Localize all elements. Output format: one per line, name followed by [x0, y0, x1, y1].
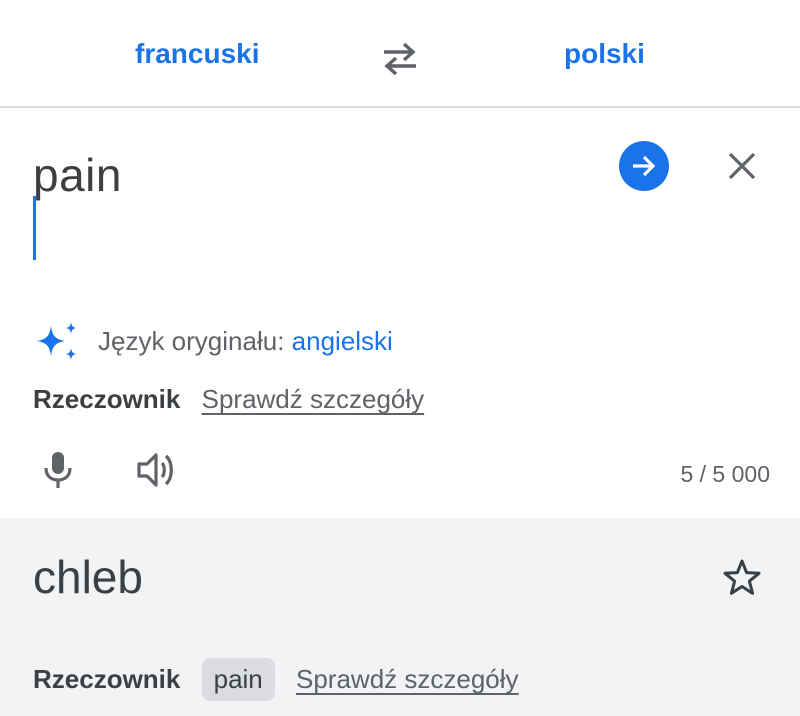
sparkle-icon	[37, 322, 76, 360]
character-counter: 5 / 5 000	[680, 461, 770, 487]
star-outline-icon[interactable]	[722, 558, 762, 598]
translate-go-button[interactable]	[619, 141, 669, 191]
output-pos-row: Rzeczownik pain Sprawdź szczegóły	[33, 658, 519, 701]
output-check-details-link[interactable]: Sprawdź szczegóły	[296, 664, 519, 694]
swap-languages-icon[interactable]	[378, 40, 422, 76]
source-language-button[interactable]: francuski	[135, 38, 260, 70]
target-language-button[interactable]: polski	[564, 38, 645, 70]
clear-input-button[interactable]	[724, 148, 760, 184]
source-text-input[interactable]: pain	[33, 148, 122, 202]
speaker-icon[interactable]	[136, 450, 178, 490]
close-icon	[728, 152, 756, 180]
language-bar: francuski polski	[0, 0, 800, 108]
text-caret	[33, 196, 36, 260]
detected-language-label: Język oryginału:	[98, 326, 292, 356]
arrow-right-icon	[633, 155, 656, 177]
source-pos-row: Rzeczownik Sprawdź szczegóły	[33, 384, 424, 415]
translation-output-panel: chleb Rzeczownik pain Sprawdź szczegóły	[0, 518, 800, 716]
microphone-icon[interactable]	[40, 450, 76, 490]
detected-language-link[interactable]: angielski	[292, 326, 393, 356]
source-input-panel[interactable]: pain Język oryginału: angielski Rzeczown…	[0, 108, 800, 518]
part-of-speech-label: Rzeczownik	[33, 384, 181, 414]
translation-result: chleb	[33, 551, 143, 603]
source-word-chip[interactable]: pain	[201, 658, 275, 701]
output-part-of-speech-label: Rzeczownik	[33, 664, 181, 694]
check-details-link[interactable]: Sprawdź szczegóły	[202, 384, 425, 414]
